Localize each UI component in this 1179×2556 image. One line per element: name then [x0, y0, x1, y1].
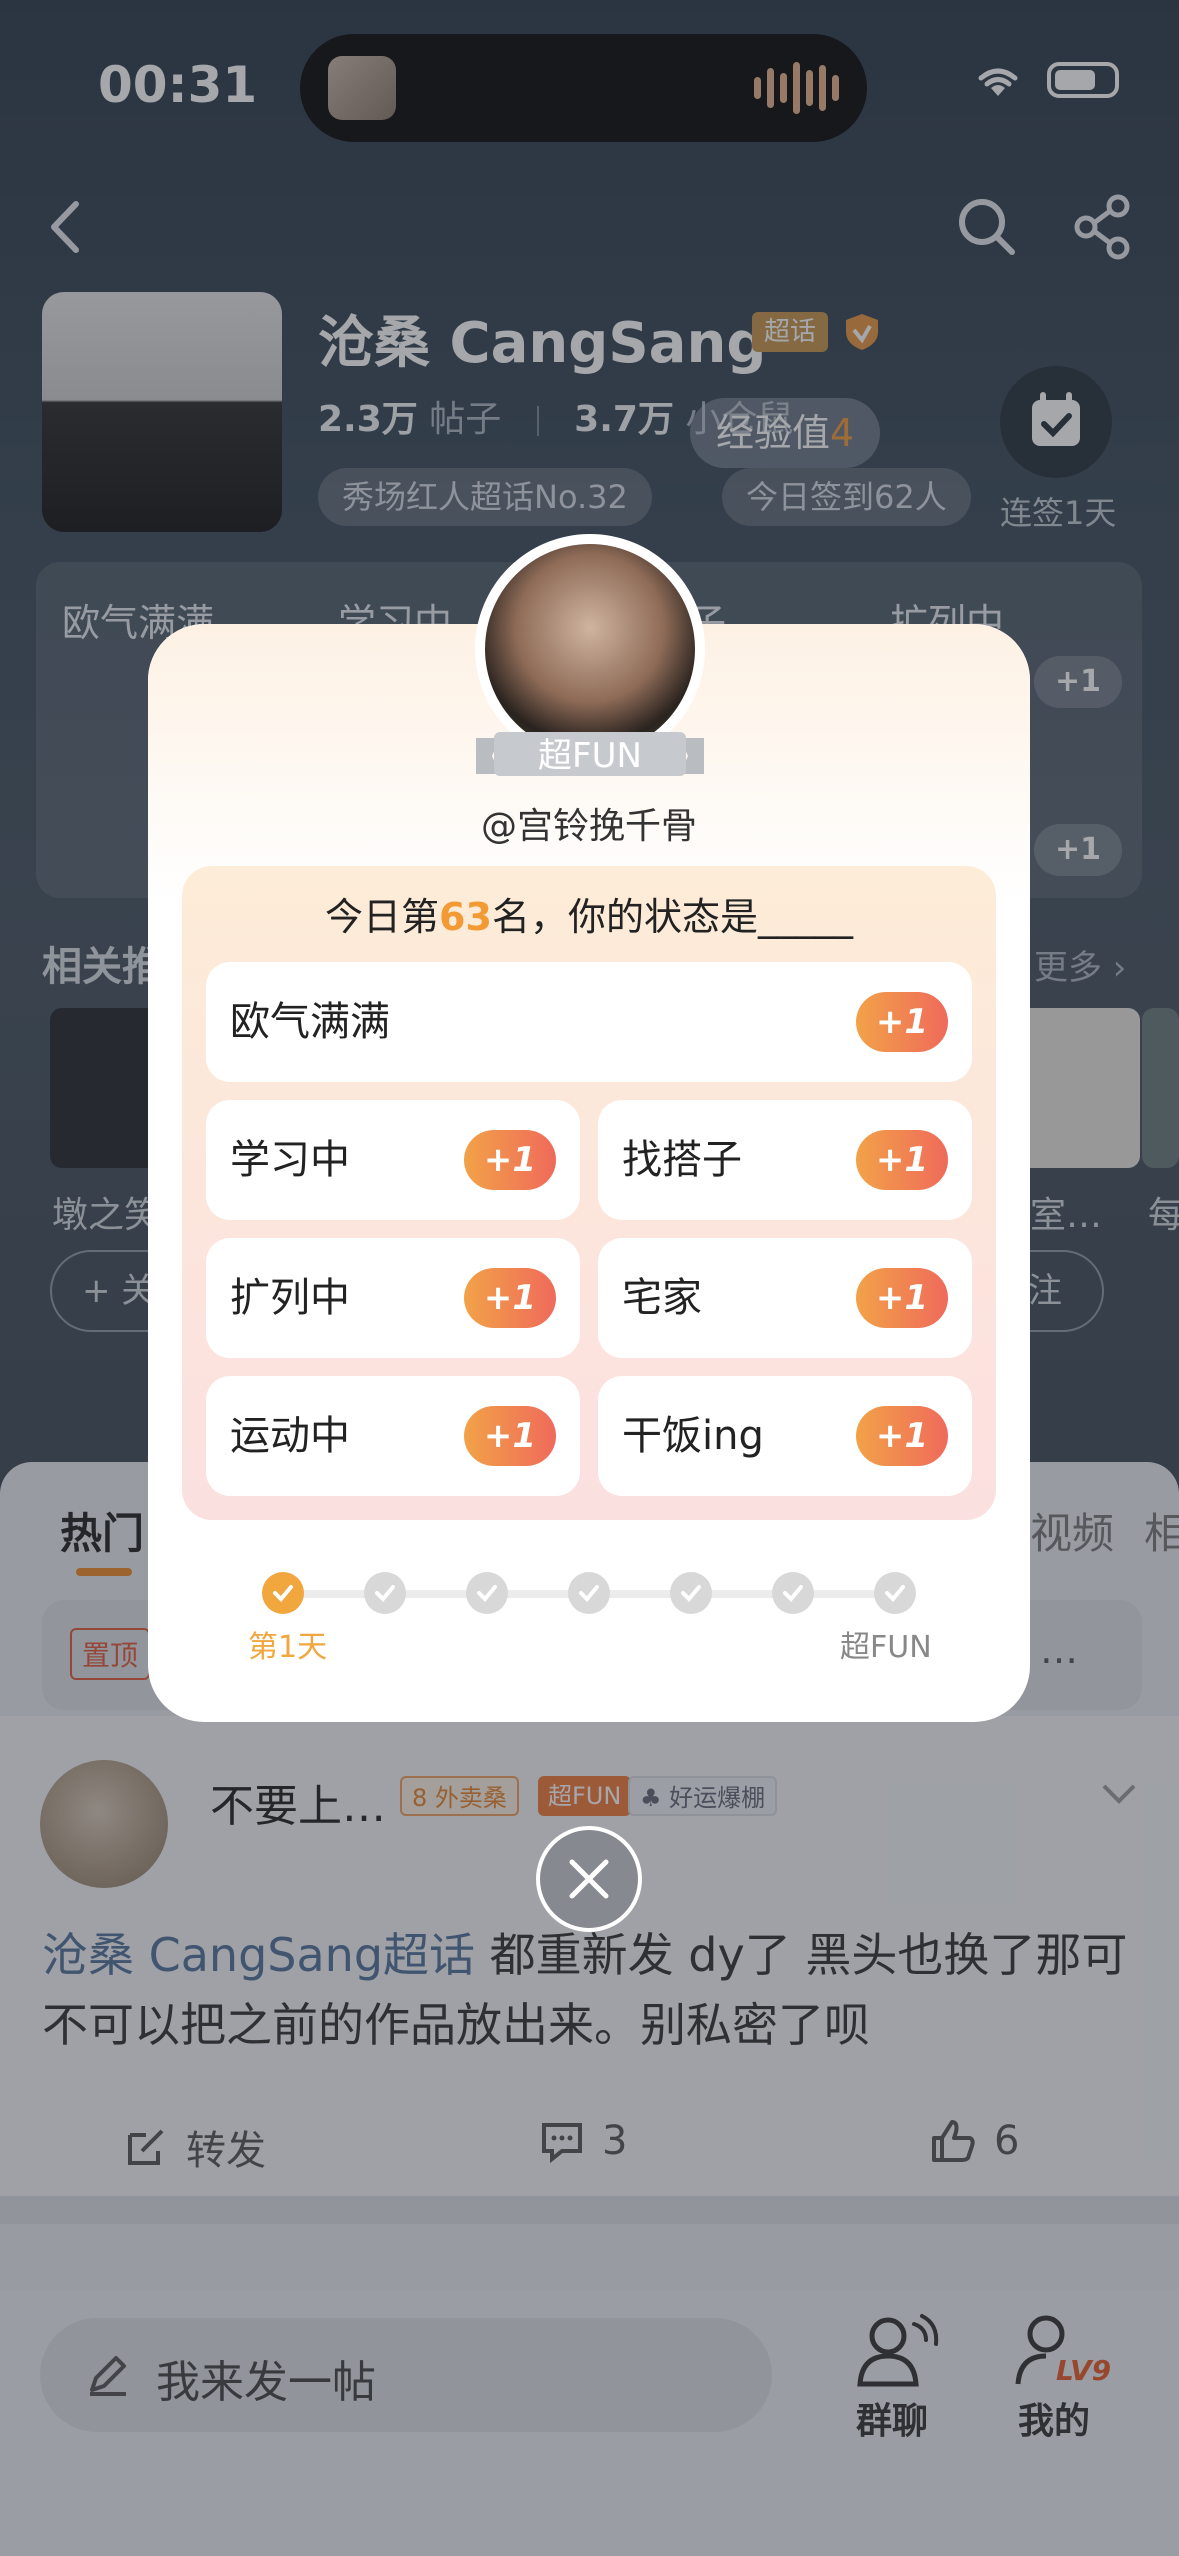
check-icon — [885, 1585, 905, 1602]
status-option[interactable]: 扩列中 +1 — [206, 1238, 580, 1358]
check-icon — [783, 1585, 803, 1602]
check-icon — [579, 1585, 599, 1602]
progress-day-dot — [874, 1572, 916, 1614]
check-icon — [681, 1585, 701, 1602]
plus-one-button[interactable]: +1 — [464, 1268, 556, 1328]
status-option-label: 扩列中 — [230, 1275, 350, 1321]
close-icon — [569, 1859, 609, 1899]
progress-start-label: 第1天 — [248, 1630, 328, 1665]
progress-day-dot — [772, 1572, 814, 1614]
progress-end-label: 超FUN — [840, 1630, 932, 1665]
rank-line: 今日第63名，你的状态是_____ — [182, 886, 996, 941]
plus-one-button[interactable]: +1 — [464, 1406, 556, 1466]
status-option[interactable]: 欧气满满 +1 — [206, 962, 972, 1082]
status-option-label: 找搭子 — [622, 1137, 742, 1183]
plus-one-button[interactable]: +1 — [856, 1268, 948, 1328]
progress-day-dot — [466, 1572, 508, 1614]
status-option[interactable]: 宅家 +1 — [598, 1238, 972, 1358]
close-modal-button[interactable] — [536, 1826, 642, 1932]
check-icon — [477, 1585, 497, 1602]
progress-day-dot — [364, 1572, 406, 1614]
user-avatar[interactable] — [485, 544, 695, 754]
plus-one-button[interactable]: +1 — [856, 1130, 948, 1190]
status-option[interactable]: 找搭子 +1 — [598, 1100, 972, 1220]
status-option-label: 学习中 — [230, 1137, 350, 1183]
plus-one-button[interactable]: +1 — [856, 992, 948, 1052]
user-handle: @宫铃挽千骨 — [480, 806, 697, 847]
plus-one-button[interactable]: +1 — [464, 1130, 556, 1190]
progress-day-dot — [262, 1572, 304, 1614]
plus-one-button[interactable]: +1 — [856, 1406, 948, 1466]
status-option-label: 宅家 — [622, 1275, 702, 1321]
status-option[interactable]: 干饭ing +1 — [598, 1376, 972, 1496]
rank-prefix: 今日第 — [325, 895, 440, 939]
status-option-label: 欧气满满 — [230, 999, 390, 1045]
status-option[interactable]: 运动中 +1 — [206, 1376, 580, 1496]
status-option-label: 干饭ing — [622, 1413, 764, 1459]
progress-day-dot — [670, 1572, 712, 1614]
check-icon — [375, 1585, 395, 1602]
status-option[interactable]: 学习中 +1 — [206, 1100, 580, 1220]
rank-value: 63 — [439, 895, 492, 939]
super-fun-ribbon-text: 超FUN — [538, 736, 642, 776]
rank-suffix: 名，你的状态是_____ — [491, 895, 853, 939]
status-option-label: 运动中 — [230, 1413, 350, 1459]
progress-day-dot — [568, 1572, 610, 1614]
check-icon — [273, 1585, 293, 1602]
